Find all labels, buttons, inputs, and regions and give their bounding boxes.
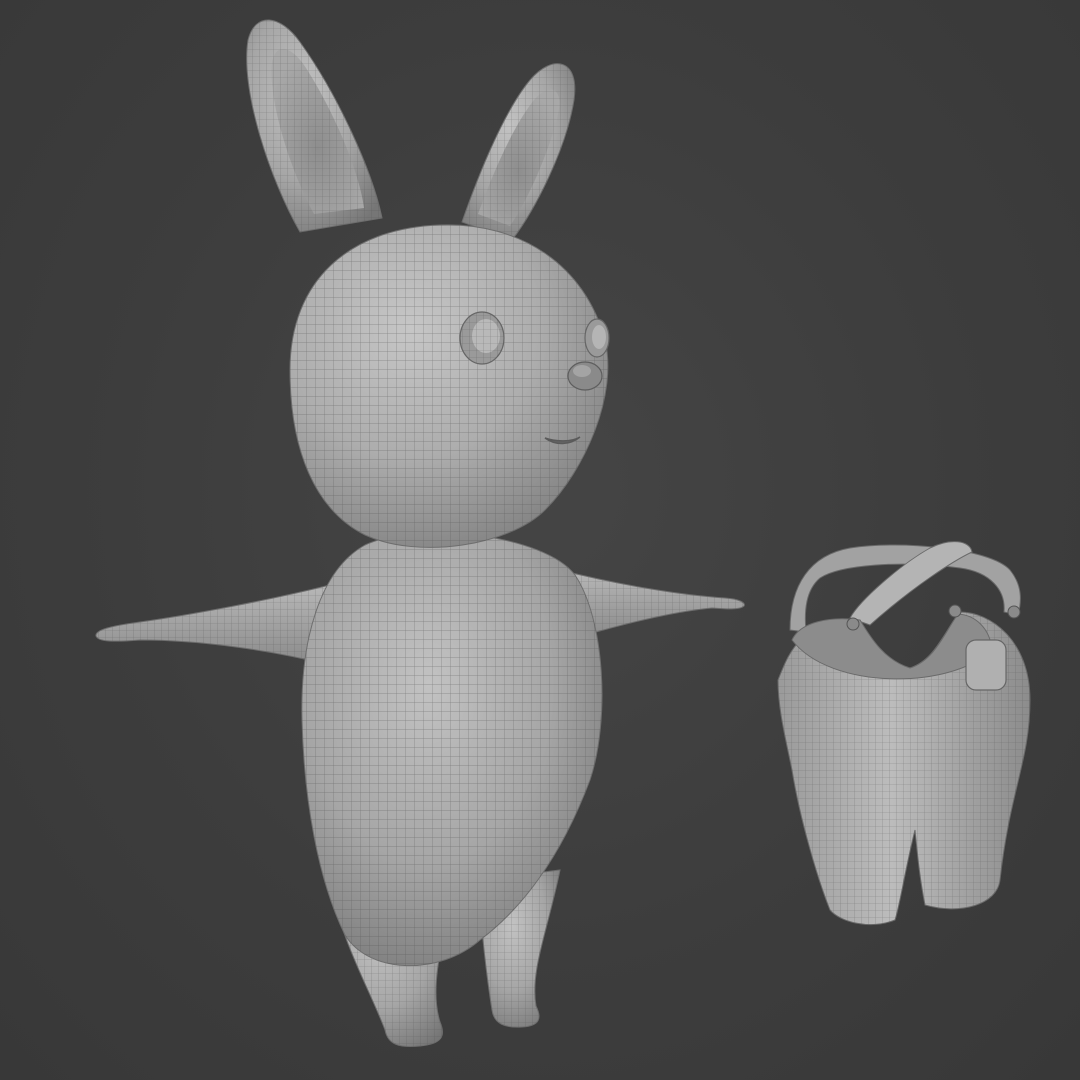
overalls-button-right <box>1007 605 1021 619</box>
overalls-bib-pocket <box>965 639 1007 691</box>
torso <box>301 532 603 967</box>
overalls-button-left <box>846 617 860 631</box>
head <box>289 224 609 548</box>
left-arm <box>95 584 331 666</box>
right-ear <box>461 63 576 241</box>
left-eye <box>459 311 505 365</box>
bunny-character-mesh[interactable] <box>95 19 745 1048</box>
left-ear <box>246 19 383 233</box>
overalls-button-mid <box>948 604 962 618</box>
viewport-render <box>95 19 1031 1048</box>
right-eye <box>584 318 610 358</box>
overalls-mesh[interactable] <box>777 541 1031 926</box>
3d-viewport[interactable] <box>0 0 1080 1080</box>
nose <box>567 361 603 391</box>
